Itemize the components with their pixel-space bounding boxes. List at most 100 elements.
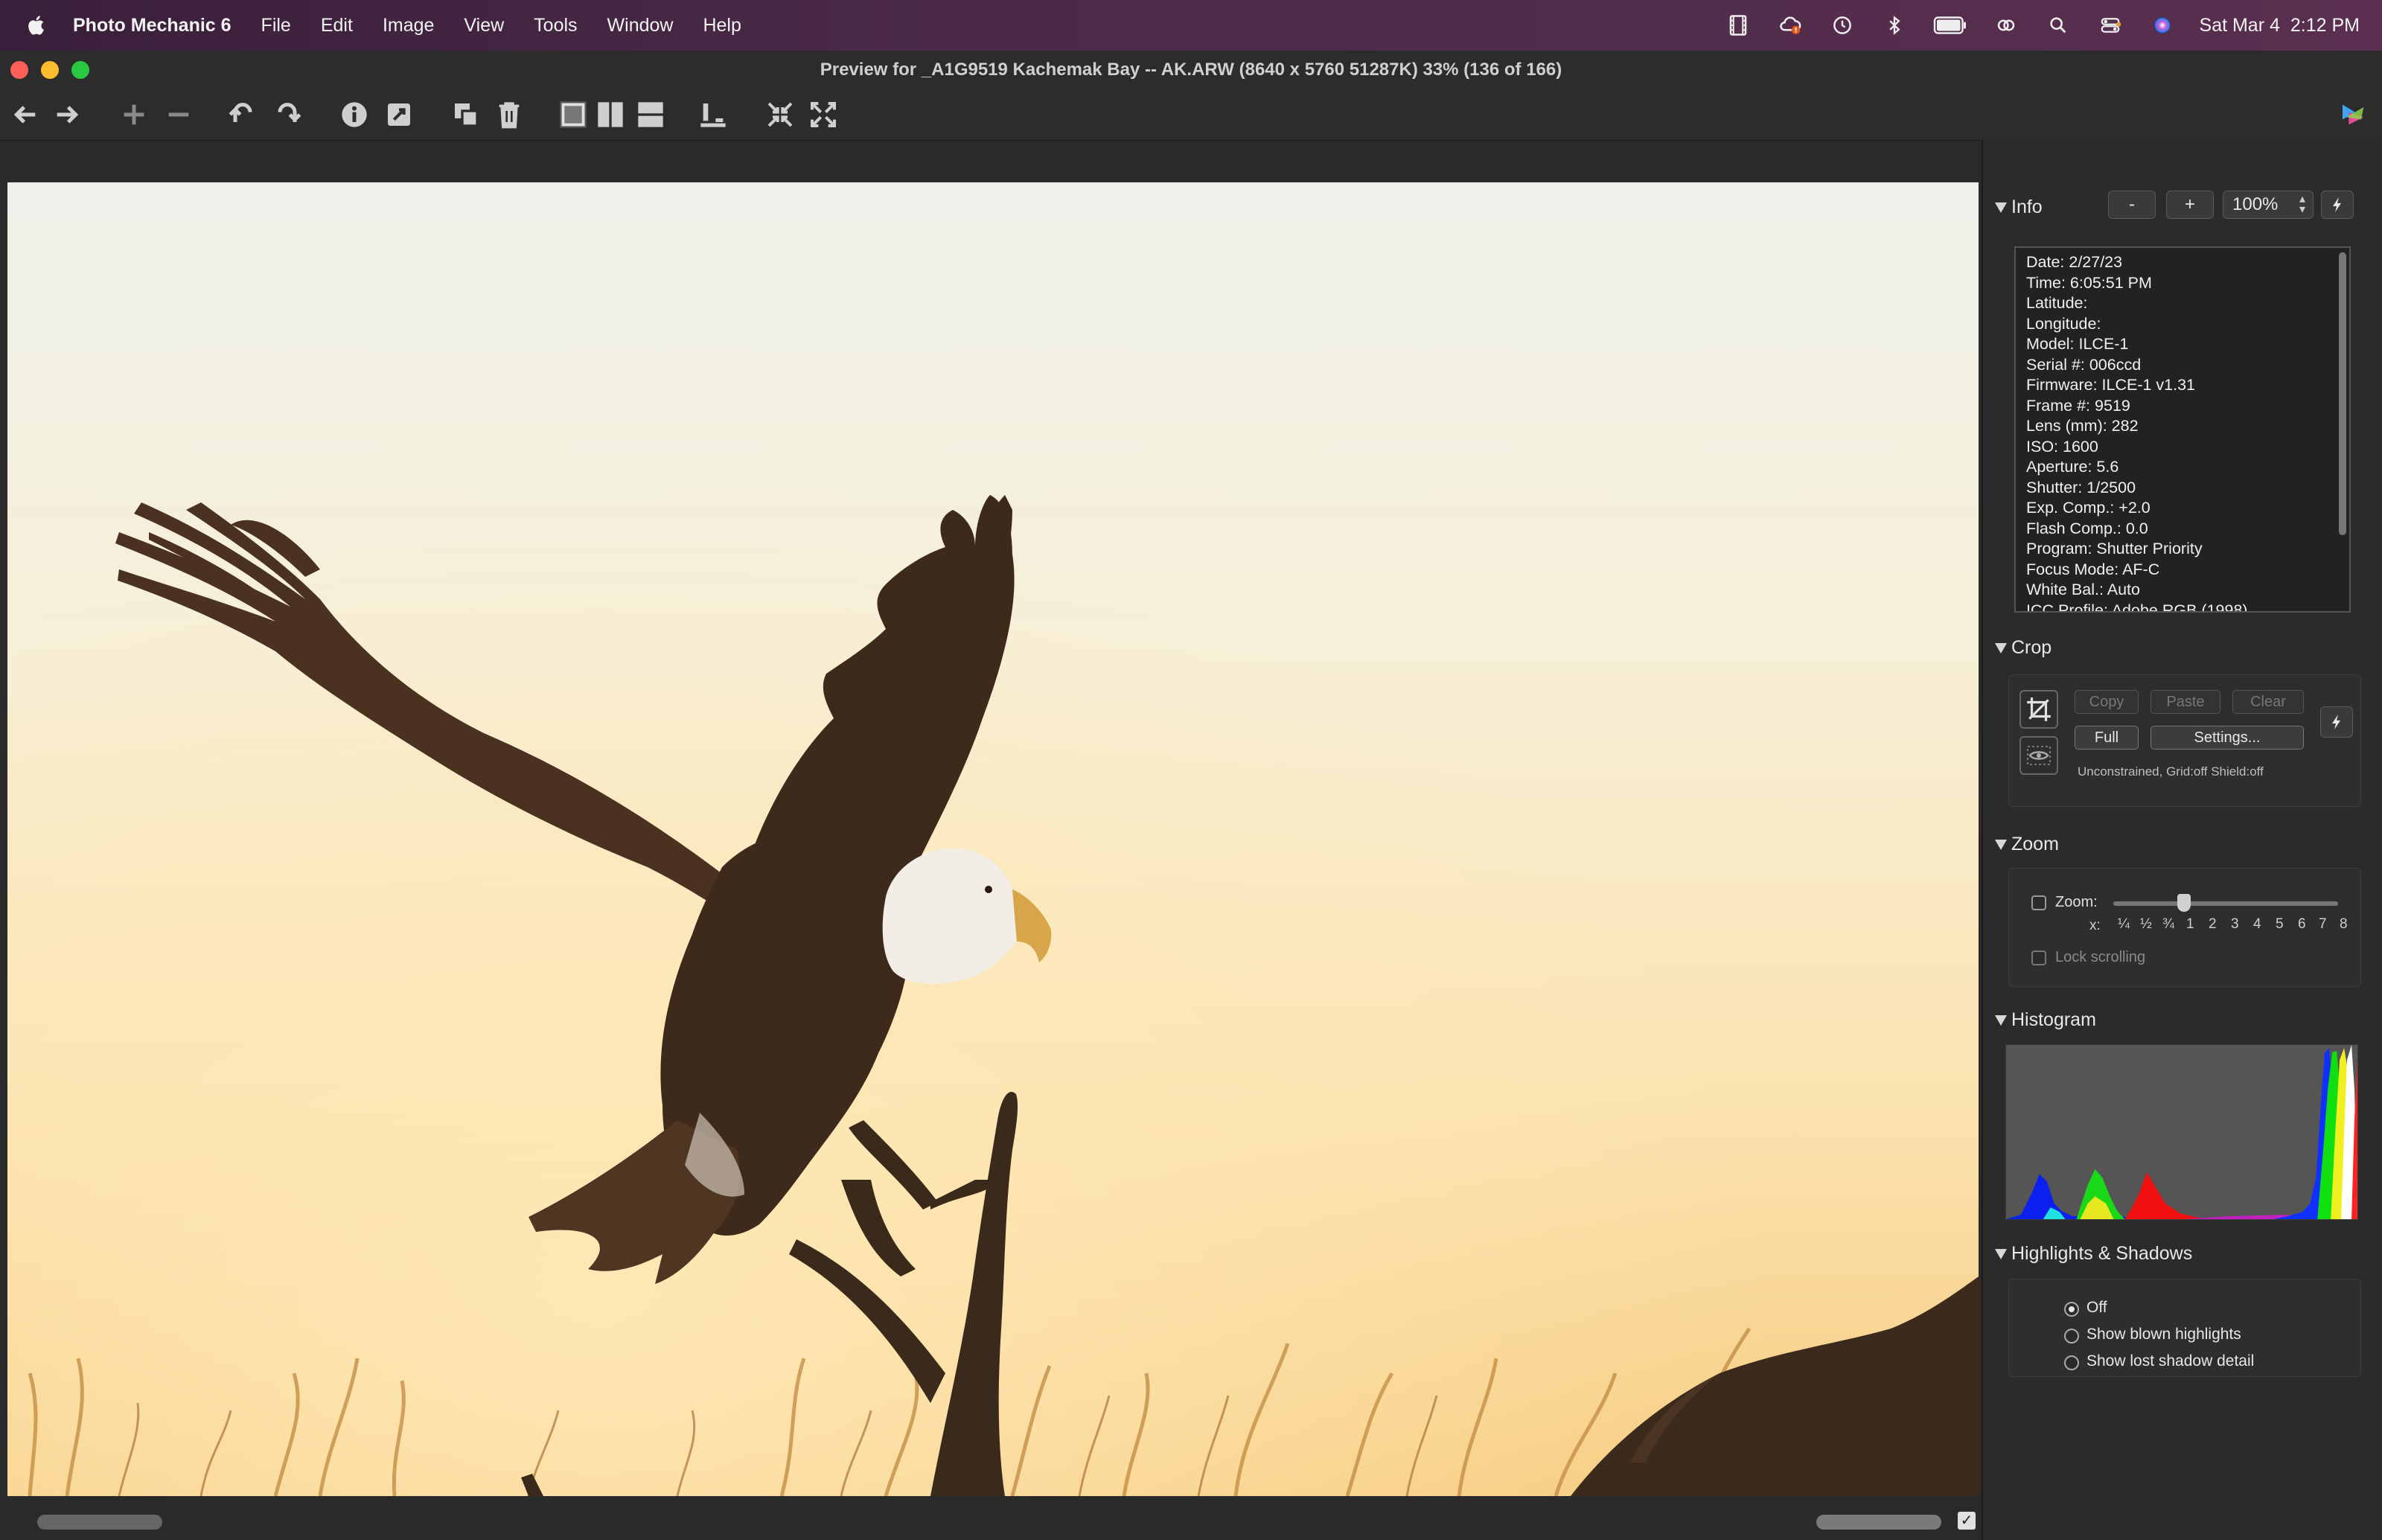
show-blown-highlights-label[interactable]: Show blown highlights (2086, 1326, 2241, 1343)
stacked-view-button[interactable] (634, 98, 667, 131)
highlights-off-radio[interactable] (2064, 1302, 2079, 1317)
time-machine-icon[interactable] (1827, 10, 1857, 40)
highlights-section-header[interactable]: Highlights & Shadows (1995, 1243, 2192, 1265)
info-increase-button[interactable]: + (2166, 191, 2214, 219)
fit-to-window-button[interactable] (764, 98, 796, 131)
zoom-slider-track[interactable] (2113, 901, 2338, 906)
close-window-button[interactable] (10, 61, 28, 79)
crop-header-label: Crop (2011, 637, 2052, 658)
creative-cloud-icon[interactable] (1775, 10, 1805, 40)
zoom-out-button[interactable] (162, 98, 195, 131)
minimize-window-button[interactable] (41, 61, 59, 79)
screen-mirroring-icon[interactable] (1991, 10, 2021, 40)
info-line: ICC Profile: Adobe RGB (1998) (2026, 601, 2248, 613)
siri-icon[interactable] (2148, 10, 2177, 40)
menubar-date: Sat Mar 4 (2199, 14, 2280, 36)
zoom-slider-knob[interactable] (2177, 894, 2191, 912)
previous-photo-button[interactable] (9, 98, 42, 131)
show-blown-highlights-radio[interactable] (2064, 1329, 2079, 1343)
photo-mechanic-logo-icon (2337, 98, 2370, 131)
info-lightning-button[interactable] (2321, 191, 2354, 219)
menubar-clock[interactable]: Sat Mar 4 2:12 PM (2200, 15, 2360, 36)
crop-copy-button[interactable]: Copy (2075, 690, 2139, 714)
menu-app-name[interactable]: Photo Mechanic 6 (73, 15, 232, 36)
trash-icon[interactable] (493, 98, 526, 131)
crop-tool-button[interactable] (2019, 690, 2058, 729)
info-line: Lens (mm): 282 (2026, 417, 2139, 435)
info-line: Focus Mode: AF-C (2026, 560, 2160, 578)
menu-image[interactable]: Image (383, 15, 434, 36)
control-center-icon[interactable] (2095, 10, 2125, 40)
zoom-x-label: x: (2089, 918, 2101, 933)
preview-area[interactable]: ✓ (0, 140, 1980, 1540)
info-line: Exp. Comp.: +2.0 (2026, 499, 2150, 517)
full-size-button[interactable] (807, 98, 840, 131)
info-decrease-button[interactable]: - (2108, 191, 2156, 219)
zoom-tick: 7 (2319, 916, 2327, 932)
apple-menu-icon[interactable] (22, 10, 52, 40)
crop-group: Copy Paste Clear Full Settings... Uncons… (2008, 674, 2361, 807)
spotlight-search-icon[interactable] (2043, 10, 2073, 40)
zoom-tick: 3 (2231, 916, 2239, 932)
zoom-group: Zoom: x: ¼ ½ ¾ 1 2 3 4 5 6 7 8 Lock scro… (2008, 868, 2361, 987)
disclosure-triangle-icon (1995, 839, 2007, 850)
histogram-section-header[interactable]: Histogram (1995, 1009, 2096, 1031)
crop-section-header[interactable]: Crop (1995, 637, 2051, 659)
info-text-box[interactable]: Date: 2/27/23 Time: 6:05:51 PM Latitude:… (2014, 246, 2351, 613)
highlights-off-label[interactable]: Off (2086, 1299, 2107, 1317)
info-line: White Bal.: Auto (2026, 581, 2140, 598)
info-scrollbar[interactable] (2339, 252, 2346, 535)
info-zoom-select[interactable]: 100% ▴ ▾ (2223, 191, 2314, 219)
rotate-right-button[interactable] (271, 98, 304, 131)
zoom-tick: 2 (2209, 916, 2217, 932)
menu-view[interactable]: View (464, 15, 504, 36)
align-button[interactable] (697, 98, 729, 131)
preview-scrollbar[interactable] (1816, 1515, 1941, 1530)
next-photo-button[interactable] (51, 98, 83, 131)
crop-preview-button[interactable] (2019, 736, 2058, 775)
lightning-icon (2332, 715, 2340, 729)
crop-settings-button[interactable]: Settings... (2150, 726, 2304, 750)
window-title: Preview for _A1G9519 Kachemak Bay -- AK.… (820, 60, 1562, 80)
film-strip-icon[interactable] (1723, 10, 1753, 40)
filmstrip-scroll-left[interactable] (37, 1515, 162, 1530)
lock-scrolling-checkbox[interactable] (2031, 950, 2046, 965)
zoom-window-button[interactable] (71, 61, 89, 79)
crop-clear-button[interactable]: Clear (2232, 690, 2304, 714)
menubar-time: 2:12 PM (2290, 14, 2360, 36)
info-button[interactable] (338, 98, 371, 131)
histogram-header-label: Histogram (2011, 1009, 2096, 1030)
rotate-left-button[interactable] (226, 98, 259, 131)
copy-button[interactable] (450, 98, 482, 131)
menu-window[interactable]: Window (607, 15, 674, 36)
preview-photo[interactable] (7, 182, 1979, 1496)
zoom-section-header[interactable]: Zoom (1995, 834, 2059, 855)
side-by-side-view-button[interactable] (594, 98, 627, 131)
info-line: Flash Comp.: 0.0 (2026, 519, 2148, 537)
single-view-button[interactable] (557, 98, 590, 131)
disclosure-triangle-icon (1995, 1015, 2007, 1026)
menu-edit[interactable]: Edit (321, 15, 353, 36)
info-section-header[interactable]: Info (1995, 197, 2043, 218)
info-line: Frame #: 9519 (2026, 396, 2130, 415)
battery-icon[interactable] (1932, 10, 1969, 40)
info-header-label: Info (2011, 197, 2043, 217)
zoom-tick: ½ (2140, 916, 2152, 932)
zoom-checkbox[interactable] (2031, 895, 2046, 910)
info-line: Program: Shutter Priority (2026, 540, 2203, 557)
menu-help[interactable]: Help (703, 15, 741, 36)
info-line: Longitude: (2026, 314, 2101, 333)
show-lost-shadow-label[interactable]: Show lost shadow detail (2086, 1352, 2254, 1370)
zoom-tick: ¼ (2118, 916, 2130, 932)
zoom-tick: 1 (2186, 916, 2194, 932)
crop-lightning-button[interactable] (2320, 706, 2353, 738)
edit-image-button[interactable] (383, 98, 415, 131)
show-lost-shadow-radio[interactable] (2064, 1355, 2079, 1370)
bluetooth-icon[interactable] (1880, 10, 1909, 40)
menu-tools[interactable]: Tools (534, 15, 577, 36)
crop-full-button[interactable]: Full (2075, 726, 2139, 750)
menu-file[interactable]: File (261, 15, 291, 36)
crop-paste-button[interactable]: Paste (2150, 690, 2220, 714)
zoom-in-button[interactable] (118, 98, 150, 131)
tag-checkbox[interactable]: ✓ (1958, 1512, 1976, 1530)
